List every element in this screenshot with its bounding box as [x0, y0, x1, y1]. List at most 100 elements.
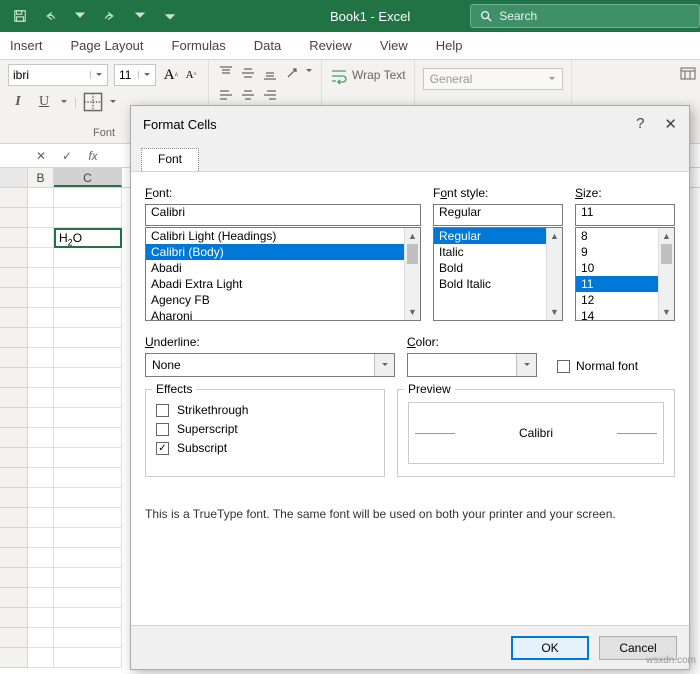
- preview-sample: Calibri: [408, 402, 664, 464]
- font-textbox[interactable]: Calibri: [145, 204, 421, 226]
- window-title: Book1 - Excel: [330, 9, 410, 24]
- underline-label: Underline:: [145, 335, 395, 349]
- list-item[interactable]: Italic: [434, 244, 562, 260]
- align-right-button[interactable]: [261, 86, 279, 104]
- ribbon-end-icons: [680, 66, 696, 82]
- insert-function-button[interactable]: fx: [80, 145, 106, 167]
- cell[interactable]: [28, 208, 54, 228]
- scrollbar[interactable]: ▲▼: [658, 228, 674, 320]
- font-listbox[interactable]: Calibri Light (Headings) Calibri (Body) …: [145, 227, 421, 321]
- tab-review[interactable]: Review: [307, 34, 354, 57]
- watermark: wsxdn.com: [646, 655, 696, 666]
- chevron-down-icon: [109, 95, 117, 109]
- color-dropdown[interactable]: [407, 353, 537, 377]
- cell[interactable]: [54, 188, 122, 208]
- effects-legend: Effects: [152, 382, 196, 396]
- redo-button[interactable]: [96, 4, 124, 28]
- dialog-footer: OK Cancel: [131, 625, 689, 669]
- font-size-value: 11: [119, 68, 131, 82]
- list-item[interactable]: Bold: [434, 260, 562, 276]
- dialog-tabs: Font: [131, 142, 689, 172]
- titlebar: Book1 - Excel Search: [0, 0, 700, 32]
- tab-page-layout[interactable]: Page Layout: [69, 34, 146, 57]
- list-item[interactable]: Regular: [434, 228, 562, 244]
- size-listbox[interactable]: 8 9 10 11 12 14 ▲▼: [575, 227, 675, 321]
- redo-dropdown[interactable]: [126, 4, 154, 28]
- align-top-button[interactable]: [217, 64, 235, 82]
- font-name-combo[interactable]: ibri: [8, 64, 108, 86]
- font-style-label: Font style:: [433, 186, 563, 200]
- column-header[interactable]: C: [54, 168, 122, 187]
- cell[interactable]: [54, 208, 122, 228]
- search-box[interactable]: Search: [470, 4, 700, 28]
- row-header[interactable]: [0, 208, 28, 228]
- size-textbox[interactable]: 11: [575, 204, 675, 226]
- align-center-button[interactable]: [239, 86, 257, 104]
- font-style-textbox[interactable]: Regular: [433, 204, 563, 226]
- active-cell[interactable]: H2O: [54, 228, 122, 248]
- superscript-checkbox[interactable]: Superscript: [156, 422, 374, 436]
- number-format-value: General: [430, 72, 473, 86]
- number-format-combo[interactable]: General: [423, 68, 563, 90]
- row-header[interactable]: [0, 188, 28, 208]
- list-item[interactable]: Abadi: [146, 260, 420, 276]
- help-button[interactable]: ?: [636, 115, 644, 133]
- row-header[interactable]: [0, 228, 28, 248]
- search-icon: [479, 9, 493, 23]
- tab-data[interactable]: Data: [252, 34, 283, 57]
- ok-button[interactable]: OK: [511, 636, 589, 660]
- enter-formula-button[interactable]: ✓: [54, 145, 80, 167]
- italic-button[interactable]: I: [8, 92, 28, 112]
- chevron-down-icon: [374, 354, 394, 376]
- underline-dropdown[interactable]: None: [145, 353, 395, 377]
- shrink-font-button[interactable]: A^: [182, 66, 200, 84]
- borders-button[interactable]: [83, 92, 103, 112]
- list-item[interactable]: Bold Italic: [434, 276, 562, 292]
- save-button[interactable]: [6, 4, 34, 28]
- tab-insert[interactable]: Insert: [8, 34, 45, 57]
- align-bottom-button[interactable]: [261, 64, 279, 82]
- cancel-formula-button[interactable]: ✕: [28, 145, 54, 167]
- wrap-text-label[interactable]: Wrap Text: [352, 68, 406, 82]
- font-size-combo[interactable]: 11: [114, 64, 156, 86]
- list-item[interactable]: Calibri Light (Headings): [146, 228, 420, 244]
- size-label: Size:: [575, 186, 675, 200]
- list-item[interactable]: Aharoni: [146, 308, 420, 321]
- list-item[interactable]: Agency FB: [146, 292, 420, 308]
- column-header[interactable]: B: [28, 168, 54, 187]
- align-middle-button[interactable]: [239, 64, 257, 82]
- format-table-icon[interactable]: [680, 66, 696, 82]
- align-left-button[interactable]: [217, 86, 235, 104]
- strikethrough-checkbox[interactable]: Strikethrough: [156, 403, 374, 417]
- underline-button[interactable]: U: [34, 92, 54, 112]
- checkbox-icon: [557, 360, 570, 373]
- cell[interactable]: [28, 188, 54, 208]
- underline-value: None: [146, 358, 374, 372]
- tab-formulas[interactable]: Formulas: [170, 34, 228, 57]
- undo-button[interactable]: [36, 4, 64, 28]
- close-button[interactable]: ✕: [664, 115, 677, 133]
- orientation-button[interactable]: [283, 64, 301, 82]
- undo-dropdown[interactable]: [66, 4, 94, 28]
- font-name-value: ibri: [13, 68, 29, 82]
- preview-legend: Preview: [404, 382, 455, 396]
- wrap-text-icon: [330, 68, 348, 86]
- tab-help[interactable]: Help: [434, 34, 465, 57]
- list-item[interactable]: Calibri (Body): [146, 244, 420, 260]
- dialog-titlebar: Format Cells ? ✕: [131, 106, 689, 142]
- font-style-listbox[interactable]: Regular Italic Bold Bold Italic ▲▼: [433, 227, 563, 321]
- grow-font-button[interactable]: A^: [162, 66, 180, 84]
- qat-customize[interactable]: [156, 4, 184, 28]
- subscript-checkbox[interactable]: ✓Subscript: [156, 441, 374, 455]
- scrollbar[interactable]: ▲▼: [546, 228, 562, 320]
- list-item[interactable]: Abadi Extra Light: [146, 276, 420, 292]
- tab-font[interactable]: Font: [141, 148, 199, 171]
- select-all-corner[interactable]: [0, 168, 28, 187]
- chevron-down-icon: [305, 64, 313, 82]
- scrollbar[interactable]: ▲▼: [404, 228, 420, 320]
- cell[interactable]: [28, 228, 54, 248]
- normal-font-checkbox[interactable]: Normal font: [557, 359, 638, 373]
- preview-group: Preview Calibri: [397, 389, 675, 477]
- effects-group: Effects Strikethrough Superscript ✓Subsc…: [145, 389, 385, 477]
- tab-view[interactable]: View: [378, 34, 410, 57]
